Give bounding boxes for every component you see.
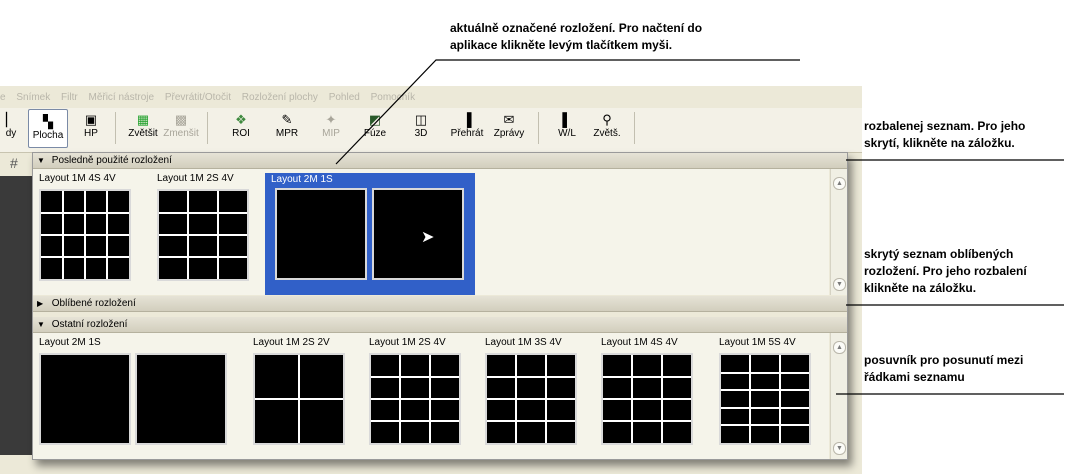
callout-line-selected — [335, 59, 800, 165]
callout-lines — [335, 59, 1064, 395]
annotation-expanded: rozbalenej seznam. Pro jeho skrytí, klik… — [864, 119, 1026, 150]
annotation-selected: aktuálně označené rozložení. Pro načtení… — [450, 21, 703, 52]
annotation-scrollbar: posuvník pro posunutí mezi řádkami sezna… — [864, 353, 1024, 384]
annotation-hidden: skrytý seznam oblíbených rozložení. Pro … — [864, 247, 1027, 295]
